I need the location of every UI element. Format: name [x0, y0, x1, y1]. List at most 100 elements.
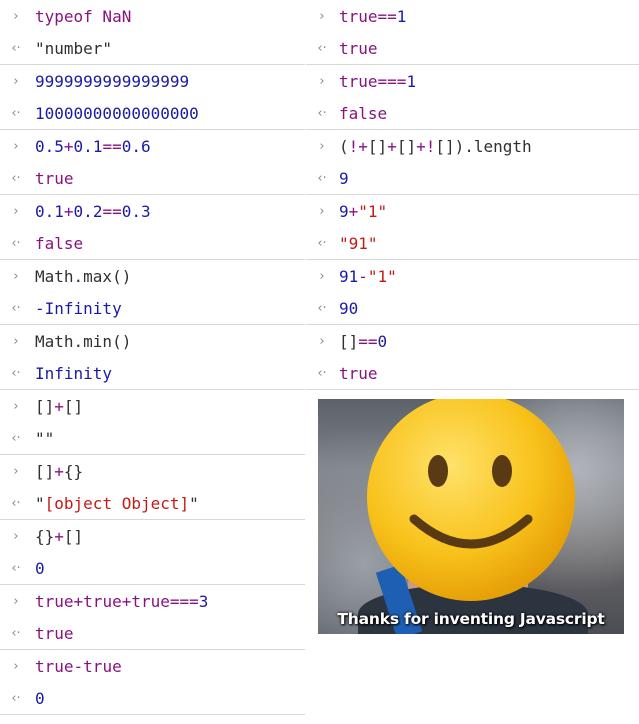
console-expression: []==0: [339, 332, 387, 351]
console-input-line: › typeof NaN: [0, 0, 305, 32]
result-arrow-icon: ‹·: [11, 560, 21, 576]
code-token: "": [35, 428, 55, 448]
code-token: ==: [377, 6, 397, 26]
prompt-chevron-icon: ›: [319, 203, 325, 219]
console-entry: › []+{} ‹· "[object Object]": [0, 455, 305, 520]
console-result: false: [339, 104, 387, 123]
code-token: {}: [63, 461, 84, 481]
console-input-line: › true+true+true===3: [0, 585, 305, 617]
console-right-column: › true==1 ‹· true › true===1 ‹· false › (!+[]+[]+…: [306, 0, 639, 390]
console-entry: › 9999999999999999 ‹· 10000000000000000: [0, 65, 305, 130]
code-token: Infinity: [35, 363, 113, 383]
slightly-smiling-face-icon: [367, 399, 575, 601]
meme-caption: Thanks for inventing Javascript: [337, 610, 605, 628]
code-token: []: [63, 526, 84, 546]
prompt-chevron-icon: ›: [319, 138, 325, 154]
code-token: -Infinity: [35, 298, 122, 318]
code-token: []: [367, 136, 388, 156]
console-expression: true+true+true===3: [35, 592, 208, 611]
console-output-line: ‹· true: [306, 32, 639, 64]
code-token: []: [63, 396, 84, 416]
console-input-line: › []+[]: [0, 390, 305, 422]
code-token: true: [339, 71, 378, 91]
console-entry: › true-true ‹· 0: [0, 650, 305, 715]
code-token: Math.max(): [35, 266, 132, 286]
result-arrow-icon: ‹·: [317, 40, 327, 56]
console-entry: › (!+[]+[]+![]).length ‹· 9: [306, 130, 639, 195]
prompt-chevron-icon: ›: [13, 73, 19, 89]
code-token: true: [35, 623, 74, 643]
console-output-line: ‹· false: [306, 97, 639, 129]
code-token: -: [73, 656, 84, 676]
console-input-line: › 9+"1": [306, 195, 639, 227]
code-token: []: [35, 396, 55, 416]
result-arrow-icon: ‹·: [11, 430, 21, 446]
console-result: 9: [339, 169, 349, 188]
prompt-chevron-icon: ›: [319, 8, 325, 24]
code-token: 0: [35, 558, 45, 578]
console-result: true: [35, 169, 74, 188]
result-arrow-icon: ‹·: [11, 40, 21, 56]
result-arrow-icon: ‹·: [317, 105, 327, 121]
console-input-line: › []==0: [306, 325, 639, 357]
console-input-line: › 9999999999999999: [0, 65, 305, 97]
prompt-chevron-icon: ›: [13, 138, 19, 154]
result-arrow-icon: ‹·: [317, 365, 327, 381]
prompt-chevron-icon: ›: [13, 398, 19, 414]
console-entry: › true+true+true===3 ‹· true: [0, 585, 305, 650]
console-output-line: ‹· 0: [0, 552, 305, 584]
code-token: 0.3: [121, 201, 151, 221]
code-token: 1: [396, 6, 407, 26]
console-entry: › 91-"1" ‹· 90: [306, 260, 639, 325]
console-entry: › []+[] ‹· "": [0, 390, 305, 455]
code-token: true: [35, 656, 74, 676]
meme-image: Thanks for inventing Javascript: [318, 399, 624, 634]
code-token: ==: [358, 331, 378, 351]
prompt-chevron-icon: ›: [13, 8, 19, 24]
code-token: []).length: [435, 136, 532, 156]
prompt-chevron-icon: ›: [13, 203, 19, 219]
console-input-line: › Math.max(): [0, 260, 305, 292]
code-token: true: [131, 591, 170, 611]
code-token: true: [35, 168, 74, 188]
code-token: 9: [339, 168, 349, 188]
result-arrow-icon: ‹·: [11, 170, 21, 186]
console-input-line: › true===1: [306, 65, 639, 97]
prompt-chevron-icon: ›: [13, 333, 19, 349]
code-token: true: [339, 363, 378, 383]
result-arrow-icon: ‹·: [11, 105, 21, 121]
console-output-line: ‹· 9: [306, 162, 639, 194]
console-input-line: › true-true: [0, 650, 305, 682]
result-arrow-icon: ‹·: [317, 235, 327, 251]
code-token: 1: [406, 71, 417, 91]
code-token: +: [63, 136, 74, 156]
code-token: +: [387, 136, 397, 156]
code-token: +!: [416, 136, 436, 156]
code-token: 0: [35, 688, 45, 708]
console-result: "91": [339, 234, 378, 253]
console-expression: 0.5+0.1==0.6: [35, 137, 151, 156]
console-expression: {}+[]: [35, 527, 83, 546]
console-result: -Infinity: [35, 299, 122, 318]
console-entry: › typeof NaN ‹· "number": [0, 0, 305, 65]
code-token: true: [339, 38, 378, 58]
console-input-line: › {}+[]: [0, 520, 305, 552]
console-entry: › true==1 ‹· true: [306, 0, 639, 65]
code-token: 0: [377, 331, 388, 351]
code-token: 90: [339, 298, 359, 318]
console-result: 0: [35, 559, 45, 578]
console-output-line: ‹· "91": [306, 227, 639, 259]
console-expression: 9+"1": [339, 202, 387, 221]
code-token: ==: [102, 201, 122, 221]
console-input-line: › true==1: [306, 0, 639, 32]
code-token: "number": [35, 38, 113, 58]
code-token: +: [54, 396, 64, 416]
code-token: +: [54, 461, 64, 481]
code-token: 10000000000000000: [35, 103, 199, 123]
console-expression: []+{}: [35, 462, 83, 481]
console-result: "": [35, 429, 54, 448]
prompt-chevron-icon: ›: [13, 528, 19, 544]
console-expression: Math.max(): [35, 267, 131, 286]
code-token: []: [35, 461, 55, 481]
code-token: {}: [35, 526, 55, 546]
